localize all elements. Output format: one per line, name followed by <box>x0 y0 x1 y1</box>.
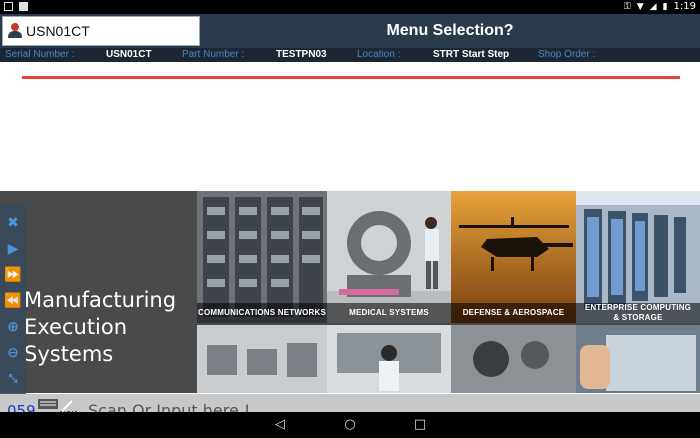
banner-title-line3: Systems <box>24 342 114 366</box>
app-header: USN01CT Menu Selection? <box>0 14 700 48</box>
key-icon: ⚿ <box>623 1 631 12</box>
mes-banner: Manufacturing Execution Systems COMMUNIC… <box>0 191 700 393</box>
zoom-out-icon[interactable]: ⊖ <box>4 344 22 362</box>
zoom-in-icon[interactable]: ⊕ <box>4 318 22 336</box>
battery-icon: ▮ <box>662 1 668 12</box>
app-window: USN01CT Menu Selection? Serial Number : … <box>0 14 700 426</box>
location-value: STRT Start Step <box>433 49 510 60</box>
tile-caption: MEDICAL SYSTEMS <box>327 303 451 323</box>
serial-box-value: USN01CT <box>26 23 90 39</box>
tile-caption: DEFENSE & AEROSPACE <box>451 303 576 323</box>
part-number-value: TESTPN03 <box>276 49 327 60</box>
tile-cleanroom <box>327 325 451 393</box>
tile-medical: MEDICAL SYSTEMS <box>327 191 451 323</box>
banner-title-line2: Execution <box>24 315 128 339</box>
side-toolbar: ✖ ▶ ⏩ ⏪ ⊕ ⊖ ⤡ <box>0 204 26 394</box>
recents-icon[interactable]: □ <box>411 416 429 434</box>
operator-icon <box>7 23 23 39</box>
clock: 1:19 <box>673 1 696 12</box>
tile-assembly-line <box>197 325 327 393</box>
shop-order-label: Shop Order : <box>538 49 596 60</box>
info-bar: Serial Number : USN01CT Part Number : TE… <box>0 48 700 62</box>
back-icon[interactable]: ◁ <box>271 416 289 434</box>
home-icon[interactable]: ○ <box>341 416 359 434</box>
tile-defense: DEFENSE & AEROSPACE <box>451 191 576 323</box>
location-label: Location : <box>357 49 401 60</box>
status-bar: ⚿ ▼ ◢ ▮ 1:19 <box>0 0 700 14</box>
tile-machinery <box>451 325 576 393</box>
tile-enterprise: ENTERPRISE COMPUTING & STORAGE <box>576 191 700 323</box>
tile-caption: ENTERPRISE COMPUTING & STORAGE <box>576 303 700 323</box>
banner-title: Manufacturing Execution Systems <box>24 287 176 368</box>
divider-red <box>22 76 680 79</box>
signal-icon: ◢ <box>649 1 657 12</box>
part-number-label: Part Number : <box>182 49 245 60</box>
screenshot-notification-icon <box>4 2 13 11</box>
fast-forward-icon[interactable]: ⏩ <box>4 266 22 284</box>
tile-caption-line2: & STORAGE <box>613 313 663 322</box>
close-icon[interactable]: ✖ <box>4 214 22 232</box>
android-nav-bar: ◁ ○ □ <box>0 412 700 438</box>
tile-caption-line1: ENTERPRISE COMPUTING <box>584 303 692 312</box>
rewind-icon[interactable]: ⏪ <box>4 292 22 310</box>
page-title: Menu Selection? <box>386 22 514 39</box>
wifi-icon: ▼ <box>636 1 644 12</box>
fit-screen-icon[interactable]: ⤡ <box>4 370 22 388</box>
serial-box[interactable]: USN01CT <box>2 16 200 46</box>
tile-handheld <box>576 325 700 393</box>
play-icon[interactable]: ▶ <box>4 240 22 258</box>
serial-number-label: Serial Number : <box>5 49 75 60</box>
tile-communications: COMMUNICATIONS NETWORKS <box>197 191 327 323</box>
tile-caption: COMMUNICATIONS NETWORKS <box>197 303 327 323</box>
banner-title-line1: Manufacturing <box>24 288 177 312</box>
app-notification-icon <box>19 2 28 11</box>
serial-number-value: USN01CT <box>106 49 152 60</box>
